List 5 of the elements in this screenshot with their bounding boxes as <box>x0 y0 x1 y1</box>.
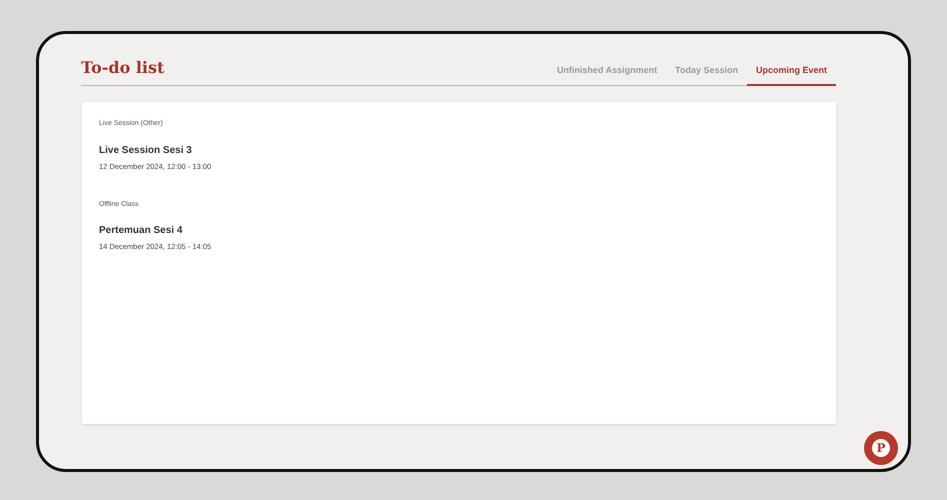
page-title: To-do list <box>81 57 164 79</box>
tab[interactable]: Upcoming Event <box>746 64 836 86</box>
chat-button[interactable]: P <box>864 431 898 465</box>
event-title[interactable]: Live Session Sesi 3 <box>99 142 819 158</box>
event-title[interactable]: Pertemuan Sesi 4 <box>99 223 819 238</box>
